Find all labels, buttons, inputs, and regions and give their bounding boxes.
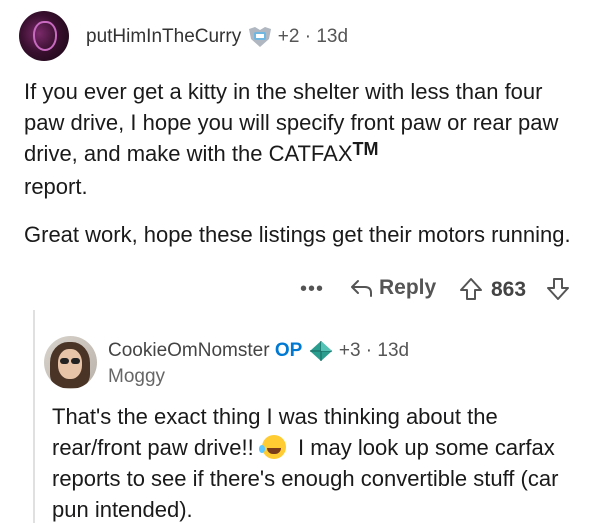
award-count: +3 xyxy=(338,340,361,362)
avatar-face xyxy=(58,349,82,379)
reply-arrow-icon xyxy=(351,280,372,298)
laughing-emoji-icon xyxy=(258,435,286,459)
reply-username[interactable]: CookieOmNomster xyxy=(108,340,270,361)
comment-paragraph: If you ever get a kitty in the shelter w… xyxy=(24,79,559,199)
avatar-face-icon xyxy=(33,21,57,51)
reply-user-avatar[interactable] xyxy=(44,336,97,389)
trademark-mark: TM xyxy=(352,139,379,159)
upvote-icon[interactable] xyxy=(458,276,484,302)
comment-body: If you ever get a kitty in the shelter w… xyxy=(24,76,584,267)
comment-text-1: If you ever get a kitty in the shelter w… xyxy=(24,79,559,166)
reply-button[interactable]: Reply xyxy=(349,276,436,306)
sunglasses-icon xyxy=(60,358,69,364)
vote-score: 863 xyxy=(491,278,527,301)
reply-header: CookieOmNomster OP +3 · 13d xyxy=(108,339,409,363)
downvote-icon[interactable] xyxy=(545,276,571,302)
separator-dot: · xyxy=(304,26,312,48)
award-count: +2 xyxy=(277,26,300,48)
comment-header: putHimInTheCurry +2 · 13d xyxy=(86,25,348,49)
reply-label: Reply xyxy=(379,276,437,299)
user-flair: Moggy xyxy=(108,366,166,387)
comment-age: 13d xyxy=(316,26,349,48)
award-badge-icon[interactable] xyxy=(247,25,273,49)
op-badge: OP xyxy=(274,340,303,362)
thread-line[interactable] xyxy=(33,310,35,523)
separator-dot: · xyxy=(365,340,373,362)
more-options-button[interactable]: ••• xyxy=(300,278,324,301)
reply-age: 13d xyxy=(377,340,410,362)
reply-body: That's the exact thing I was thinking ab… xyxy=(52,401,582,525)
comment-paragraph: Great work, hope these listings get thei… xyxy=(24,222,571,247)
user-avatar[interactable] xyxy=(19,11,69,61)
sunglasses-icon xyxy=(71,358,80,364)
award-badge-icon[interactable] xyxy=(308,339,334,363)
username[interactable]: putHimInTheCurry xyxy=(86,26,241,47)
